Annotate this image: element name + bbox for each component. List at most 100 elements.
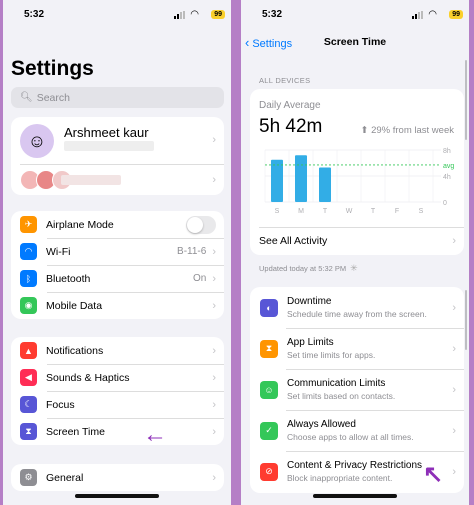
search-input[interactable]: 🔍︎ Search	[11, 87, 224, 108]
row-label: Sounds & Haptics	[46, 371, 130, 384]
person-icon: ☺	[260, 380, 278, 399]
settings-screen: 5:32 ◠ 99 Settings 🔍︎ Search ☺ Arshmeet …	[3, 0, 231, 505]
row-label: Focus	[46, 398, 75, 411]
x-tick-label: M	[298, 208, 304, 215]
chevron-right-icon: ›	[452, 342, 456, 355]
gear-icon: ⚙	[20, 469, 37, 486]
row-notifications[interactable]: ▲ Notifications ›	[11, 337, 224, 364]
option-title: App Limits	[287, 337, 334, 348]
option-app-limits[interactable]: ⧗ App Limits Set time limits for apps. ›	[250, 328, 464, 369]
option-subtitle: Schedule time away from the screen.	[287, 309, 427, 319]
option-always-allowed[interactable]: ✓ Always Allowed Choose apps to allow at a…	[250, 410, 464, 451]
antenna-icon: ◉	[20, 297, 37, 314]
option-title: Downtime	[287, 296, 332, 307]
spinner-icon: ✳	[350, 263, 358, 273]
scrollbar[interactable]	[465, 60, 467, 140]
y-tick-label: 4h	[443, 174, 451, 181]
chevron-right-icon: ›	[212, 344, 216, 357]
bell-icon: ▲	[20, 342, 37, 359]
y-tick-label: 0	[443, 200, 447, 207]
nav-title: Screen Time	[323, 36, 387, 48]
signal-icon	[174, 11, 185, 19]
option-subtitle: Choose apps to allow at all times.	[287, 432, 414, 442]
hourglass-icon: ⧗	[260, 339, 278, 358]
search-icon: 🔍︎	[20, 92, 33, 103]
row-label: Bluetooth	[46, 272, 91, 285]
annotation-arrow: ←	[143, 421, 167, 448]
battery-icon: 99	[211, 10, 225, 19]
chevron-right-icon: ›	[452, 383, 456, 396]
row-airplane-mode[interactable]: ✈ Airplane Mode	[11, 211, 224, 238]
row-label: Screen Time	[46, 425, 105, 438]
chevron-right-icon: ›	[212, 174, 216, 186]
usage-bar	[271, 159, 283, 202]
profile-subtitle-redacted	[64, 141, 154, 151]
x-tick-label: W	[346, 208, 353, 215]
average-label: avg	[443, 163, 454, 170]
chevron-right-icon: ›	[452, 235, 456, 247]
checkmark-icon: ✓	[260, 421, 278, 440]
annotation-arrow: ↖	[423, 461, 444, 488]
row-bluetooth[interactable]: ᛒ Bluetooth On ›	[11, 265, 224, 292]
row-focus[interactable]: ☾ Focus ›	[11, 391, 224, 418]
wifi-status-icon: ◠	[428, 9, 437, 20]
navigation-bar: ‹ Settings Screen Time	[241, 32, 469, 52]
wifi-icon: ◠	[20, 243, 37, 260]
signal-icon	[412, 11, 423, 19]
bluetooth-icon: ᛒ	[20, 270, 37, 287]
chevron-right-icon: ›	[212, 398, 216, 411]
moon-icon: ☾	[20, 396, 37, 413]
family-label-redacted	[61, 175, 121, 185]
usage-bar	[295, 155, 307, 202]
chevron-right-icon: ›	[212, 272, 216, 285]
home-indicator	[313, 494, 397, 498]
row-wi-fi[interactable]: ◠ Wi-Fi B-11-6 ›	[11, 238, 224, 265]
updated-status: Updated today at 5:32 PM ✳	[259, 263, 358, 273]
hourglass-icon: ⧗	[20, 423, 37, 440]
downtime-icon: ◐	[260, 298, 278, 317]
chevron-right-icon: ›	[212, 245, 216, 258]
avatar: ☺	[20, 124, 54, 158]
row-general[interactable]: ⚙ General ›	[11, 464, 224, 491]
battery-icon: 99	[449, 10, 463, 19]
option-communication-limits[interactable]: ☺ Communication Limits Set limits based on…	[250, 369, 464, 410]
status-time: 5:32	[262, 9, 283, 20]
row-label: Wi-Fi	[46, 245, 71, 258]
chevron-right-icon: ›	[452, 424, 456, 437]
row-value: B-11-6	[177, 246, 207, 257]
row-screen-time[interactable]: ⧗ Screen Time ›	[11, 418, 224, 445]
row-label: Airplane Mode	[46, 218, 114, 231]
usage-chart[interactable]: 8h 4h 0 S M T W T F Savg	[250, 144, 464, 224]
option-title: Communication Limits	[287, 378, 386, 389]
connectivity-group: ✈ Airplane Mode ◠ Wi-Fi B-11-6 › ᛒ Bluetooth On ›…	[11, 211, 224, 319]
status-time: 5:32	[24, 9, 45, 20]
option-subtitle: Set limits based on contacts.	[287, 391, 396, 401]
page-title: Settings	[11, 57, 94, 80]
home-indicator	[75, 494, 159, 498]
chevron-right-icon: ›	[452, 465, 456, 478]
chevron-right-icon: ›	[212, 299, 216, 312]
row-sounds-haptics[interactable]: ◀ Sounds & Haptics ›	[11, 364, 224, 391]
notifications-group: ▲ Notifications › ◀ Sounds & Haptics › ☾ Focus ›…	[11, 337, 224, 445]
x-tick-label: S	[419, 208, 424, 215]
option-downtime[interactable]: ◐ Downtime Schedule time away from the scr…	[250, 287, 464, 328]
daily-average-value: 5h 42m	[259, 116, 323, 137]
row-mobile-data[interactable]: ◉ Mobile Data ›	[11, 292, 224, 319]
section-header: ALL DEVICES	[259, 76, 311, 85]
x-tick-label: T	[371, 208, 376, 215]
daily-average-label: Daily Average	[259, 100, 321, 111]
see-all-activity-button[interactable]: See All Activity	[259, 235, 327, 247]
profile-name: Arshmeet kaur	[64, 125, 149, 140]
airplane-mode-toggle[interactable]	[186, 215, 216, 234]
speaker-icon: ◀	[20, 369, 37, 386]
weekly-delta: ⬆︎ 29% from last week	[360, 125, 454, 136]
x-tick-label: T	[323, 208, 328, 215]
option-subtitle: Set time limits for apps.	[287, 350, 376, 360]
chevron-right-icon: ›	[212, 425, 216, 438]
row-label: General	[46, 471, 84, 484]
daily-average-card[interactable]: Daily Average 5h 42m ⬆︎ 29% from last we…	[250, 89, 464, 255]
y-tick-label: 8h	[443, 148, 451, 155]
x-tick-label: S	[275, 208, 280, 215]
scrollbar[interactable]	[465, 290, 467, 350]
apple-id-card[interactable]: ☺ Arshmeet kaur › ›	[11, 117, 224, 195]
